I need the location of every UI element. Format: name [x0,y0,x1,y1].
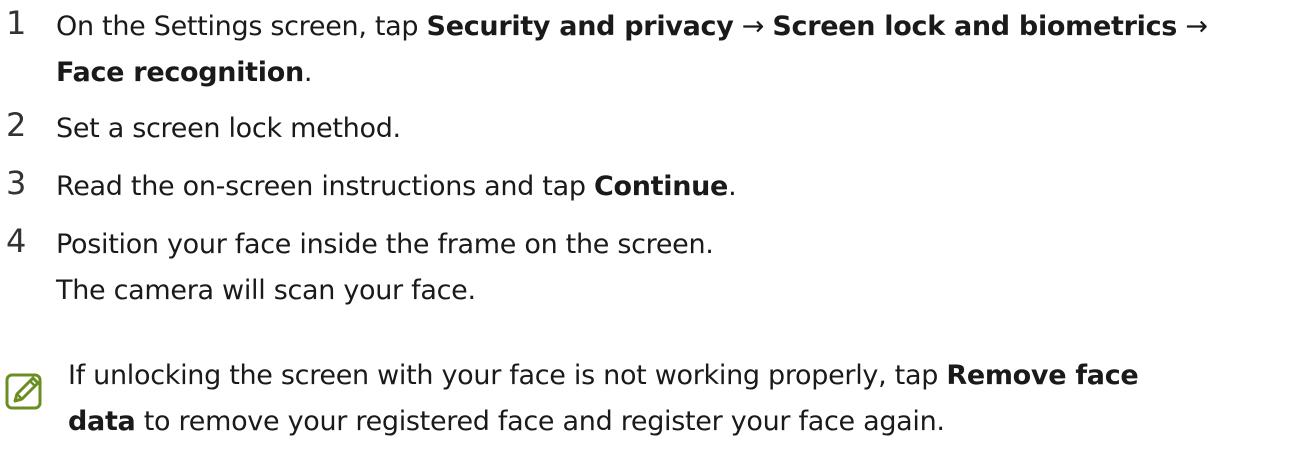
bold-menu-term: Continue [593,171,729,202]
text-line: Face recognition. [56,50,1296,96]
text-segment: → [733,11,773,42]
step-text: Read the on-screen instructions and tap … [56,164,1296,210]
step-text: On the Settings screen, tap Security and… [56,4,1296,96]
text-line: On the Settings screen, tap Security and… [56,4,1296,50]
text-line: The camera will scan your face. [56,268,1296,314]
step-number: 4 [6,222,27,260]
text-segment: Read the on-screen instructions and tap [56,171,594,202]
bold-menu-term: Security and privacy [426,11,734,42]
text-line: data to remove your registered face and … [68,399,1300,445]
note-pencil-icon [5,371,45,411]
bold-menu-term: Screen lock and biometrics [772,11,1178,42]
step-number: 3 [6,164,27,202]
step-number: 1 [6,4,27,42]
instruction-page: 1 On the Settings screen, tap Security a… [0,0,1302,455]
step-text: Position your face inside the frame on t… [56,222,1296,314]
text-segment: On the Settings screen, tap [56,11,427,42]
text-segment: Position your face inside the frame on t… [56,229,714,260]
text-segment: If unlocking the screen with your face i… [68,360,947,391]
text-segment: . [303,57,313,88]
text-segment: Set a screen lock method. [56,113,401,144]
text-segment: to remove your registered face and regis… [135,406,945,437]
text-line: Set a screen lock method. [56,106,1296,152]
bold-menu-term: data [68,406,136,437]
text-segment: The camera will scan your face. [56,275,476,306]
step-text: Set a screen lock method. [56,106,1296,152]
text-segment: . [728,171,737,202]
text-line: Position your face inside the frame on t… [56,222,1296,268]
step-number: 2 [6,106,27,144]
note-text: If unlocking the screen with your face i… [68,353,1300,445]
bold-menu-term: Remove face [946,360,1139,391]
text-line: If unlocking the screen with your face i… [68,353,1300,399]
text-segment: → [1177,11,1208,42]
text-line: Read the on-screen instructions and tap … [56,164,1296,210]
bold-menu-term: Face recognition [56,57,304,88]
